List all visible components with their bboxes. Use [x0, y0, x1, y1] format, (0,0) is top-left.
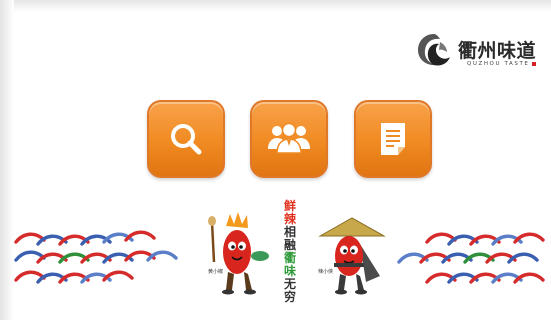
logo-title: 衢州味道	[458, 40, 537, 62]
chili-pattern-left	[14, 230, 178, 284]
search-button[interactable]	[147, 100, 225, 178]
users-icon	[268, 122, 310, 154]
document-button[interactable]	[354, 100, 432, 178]
chili-mascot-left	[208, 212, 269, 295]
slogan-char: 穷	[283, 290, 296, 304]
document-icon	[381, 123, 405, 155]
chili-mascot-right	[318, 217, 386, 295]
logo-swirl-icon	[418, 34, 450, 66]
top-shadow	[0, 0, 551, 12]
left-shadow	[0, 0, 14, 320]
right-mascot-sign: 辣小侠	[318, 269, 334, 275]
left-mascot-sign: 黄小椒	[208, 269, 224, 275]
logo-subtitle: QUZHOU TASTE	[467, 61, 536, 67]
users-button[interactable]	[250, 100, 328, 178]
chili-pattern-right	[397, 232, 545, 284]
slogan: 鲜 辣 相 融 衢 味 无 穷	[282, 200, 298, 308]
logo-subtitle-text: QUZHOU TASTE	[467, 61, 530, 67]
brand-logo: 衢州味道 QUZHOU TASTE	[414, 30, 549, 74]
logo-red-dot	[531, 61, 536, 66]
search-icon	[171, 124, 202, 155]
app-screen: 衢州味道 QUZHOU TASTE 黄小椒 鲜 辣 相 融 衢 味 无 穷 辣小…	[0, 0, 551, 320]
